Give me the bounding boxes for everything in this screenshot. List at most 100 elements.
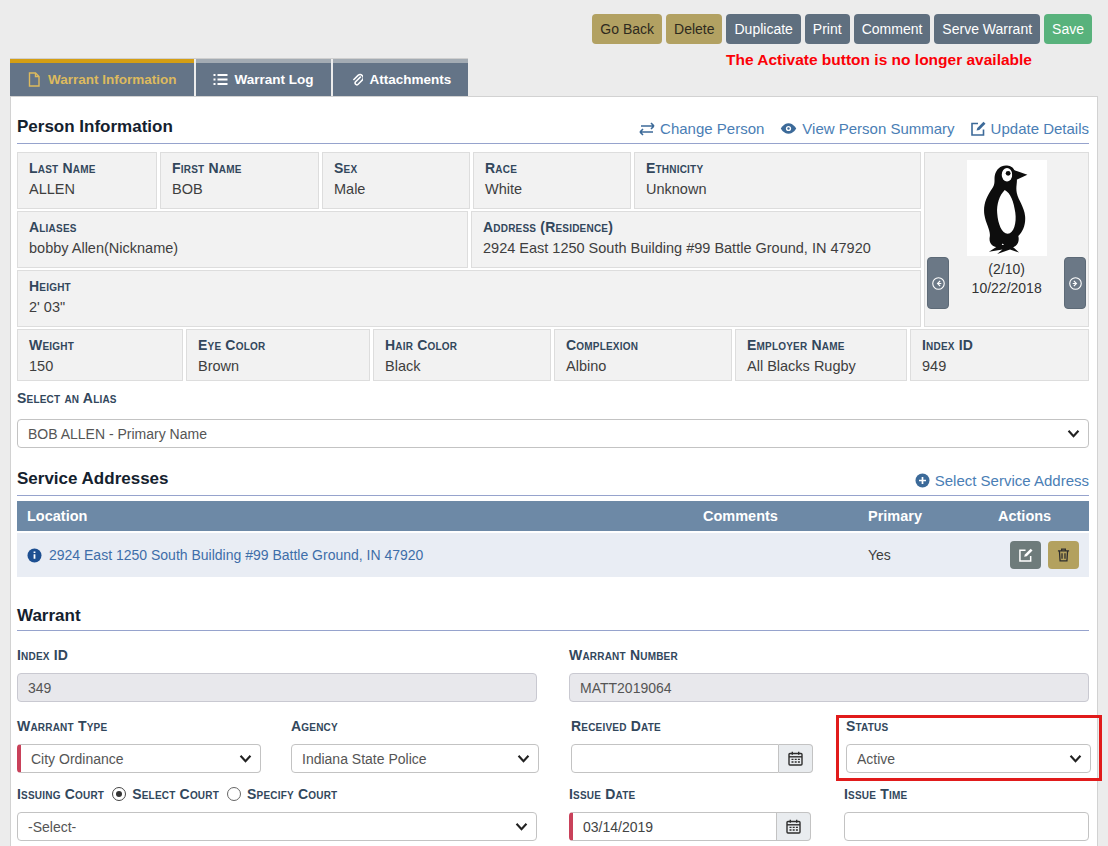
go-back-button[interactable]: Go Back bbox=[592, 14, 662, 44]
eye-icon bbox=[780, 122, 797, 135]
calendar-icon[interactable] bbox=[779, 744, 813, 773]
tab-label: Attachments bbox=[370, 72, 452, 87]
warrant-number-input[interactable] bbox=[569, 673, 1089, 702]
issue-time-input[interactable] bbox=[844, 812, 1089, 841]
tab-label: Warrant Log bbox=[235, 72, 314, 87]
field-label: Employer Name bbox=[747, 337, 895, 353]
person-information-heading: Person Information bbox=[17, 117, 173, 137]
field-first-name: First Name BOB bbox=[160, 152, 319, 209]
field-race: Race White bbox=[473, 152, 631, 209]
serve-warrant-button[interactable]: Serve Warrant bbox=[934, 14, 1040, 44]
person-grid: Last Name ALLEN First Name BOB Sex Male … bbox=[17, 152, 1089, 448]
photo-index: (2/10) bbox=[972, 260, 1042, 279]
view-person-summary-link[interactable]: View Person Summary bbox=[780, 120, 954, 137]
specify-court-radio[interactable] bbox=[227, 787, 241, 801]
list-icon bbox=[213, 73, 228, 86]
received-date-input[interactable] bbox=[571, 744, 779, 773]
tab-warrant-information[interactable]: Warrant Information bbox=[10, 59, 194, 96]
agency-select[interactable]: Indiana State Police bbox=[291, 744, 539, 773]
table-row: 2924 East 1250 South Building #99 Battle… bbox=[17, 533, 1089, 577]
warrant-number-label: Warrant Number bbox=[569, 647, 1089, 663]
activate-unavailable-notice: The Activate button is no longer availab… bbox=[726, 51, 1032, 69]
info-circle-icon[interactable] bbox=[27, 548, 42, 563]
select-alias-label: Select an Alias bbox=[17, 390, 1089, 406]
photo-date: 10/22/2018 bbox=[972, 279, 1042, 298]
field-label: Hair Color bbox=[385, 337, 539, 353]
service-addresses-table: Location Comments Primary Actions 2924 E… bbox=[17, 501, 1089, 577]
select-court-radio[interactable] bbox=[112, 787, 126, 801]
duplicate-button[interactable]: Duplicate bbox=[726, 14, 800, 44]
field-value: All Blacks Rugby bbox=[747, 358, 895, 374]
field-value: Male bbox=[334, 181, 458, 197]
field-value: Unknown bbox=[646, 181, 909, 197]
status-highlight-box: Status Active bbox=[836, 715, 1102, 781]
edit-address-button[interactable] bbox=[1010, 541, 1041, 569]
row-primary: Yes bbox=[858, 533, 986, 577]
field-label: Index ID bbox=[922, 337, 1077, 353]
save-button[interactable]: Save bbox=[1044, 14, 1092, 44]
index-id-label: Index ID bbox=[17, 647, 537, 663]
field-label: Race bbox=[485, 160, 619, 176]
status-select[interactable]: Active bbox=[846, 744, 1091, 773]
paperclip-icon bbox=[350, 73, 363, 87]
field-employer-name: Employer Name All Blacks Rugby bbox=[735, 329, 907, 381]
field-value: 2' 03" bbox=[29, 299, 909, 315]
field-label: Ethnicity bbox=[646, 160, 909, 176]
index-id-input[interactable] bbox=[17, 673, 537, 702]
field-value: Brown bbox=[198, 358, 358, 374]
warrant-type-label: Warrant Type bbox=[17, 718, 261, 734]
photo-prev-button[interactable] bbox=[927, 257, 949, 309]
column-actions: Actions bbox=[988, 501, 1089, 531]
delete-button[interactable]: Delete bbox=[666, 14, 722, 44]
tab-attachments[interactable]: Attachments bbox=[333, 59, 469, 96]
main-panel: Person Information Change Person View Pe… bbox=[10, 96, 1098, 846]
calendar-icon[interactable] bbox=[777, 812, 811, 841]
trash-icon bbox=[1057, 548, 1070, 562]
warrant-heading: Warrant bbox=[17, 606, 81, 626]
field-sex: Sex Male bbox=[322, 152, 470, 209]
column-location: Location bbox=[17, 501, 691, 531]
tab-warrant-log[interactable]: Warrant Log bbox=[196, 59, 331, 96]
field-height: Height 2' 03" bbox=[17, 270, 921, 327]
field-eye-color: Eye Color Brown bbox=[186, 329, 370, 381]
person-photo bbox=[967, 160, 1047, 256]
field-aliases: Aliases bobby Allen(Nickname) bbox=[17, 211, 468, 268]
row-comments bbox=[693, 533, 856, 577]
field-label: Height bbox=[29, 278, 909, 294]
agency-label: Agency bbox=[291, 718, 539, 734]
update-details-link[interactable]: Update Details bbox=[971, 120, 1089, 137]
document-icon bbox=[27, 72, 41, 87]
field-last-name: Last Name ALLEN bbox=[17, 152, 157, 209]
issue-date-input[interactable] bbox=[569, 812, 777, 841]
service-address-link[interactable]: 2924 East 1250 South Building #99 Battle… bbox=[49, 547, 423, 563]
field-label: Complexion bbox=[566, 337, 720, 353]
warrant-type-select[interactable]: City Ordinance bbox=[17, 744, 261, 773]
print-button[interactable]: Print bbox=[805, 14, 850, 44]
swap-icon bbox=[639, 122, 655, 136]
issuing-court-select[interactable]: -Select- bbox=[17, 812, 537, 841]
received-date-label: Received Date bbox=[571, 718, 813, 734]
select-court-label: Select Court bbox=[132, 786, 219, 802]
comment-button[interactable]: Comment bbox=[854, 14, 931, 44]
person-photo-widget: (2/10) 10/22/2018 bbox=[924, 152, 1089, 327]
field-label: Sex bbox=[334, 160, 458, 176]
photo-next-button[interactable] bbox=[1064, 257, 1086, 309]
field-value: 949 bbox=[922, 358, 1077, 374]
field-value: ALLEN bbox=[29, 181, 145, 197]
link-label: Update Details bbox=[991, 120, 1089, 137]
field-value: bobby Allen(Nickname) bbox=[29, 240, 456, 256]
page-header: Go Back Delete Duplicate Print Comment S… bbox=[0, 0, 1108, 96]
alias-select[interactable]: BOB ALLEN - Primary Name bbox=[17, 419, 1089, 448]
specify-court-label: Specify Court bbox=[247, 786, 337, 802]
field-person-index-id: Index ID 949 bbox=[910, 329, 1089, 381]
select-service-address-link[interactable]: Select Service Address bbox=[915, 472, 1089, 489]
field-hair-color: Hair Color Black bbox=[373, 329, 551, 381]
arrow-circle-right-icon bbox=[1069, 277, 1082, 290]
edit-icon bbox=[971, 121, 986, 136]
field-label: Last Name bbox=[29, 160, 145, 176]
link-label: Change Person bbox=[660, 120, 764, 137]
change-person-link[interactable]: Change Person bbox=[639, 120, 764, 137]
delete-address-button[interactable] bbox=[1048, 541, 1079, 569]
field-value: BOB bbox=[172, 181, 307, 197]
field-value: Albino bbox=[566, 358, 720, 374]
